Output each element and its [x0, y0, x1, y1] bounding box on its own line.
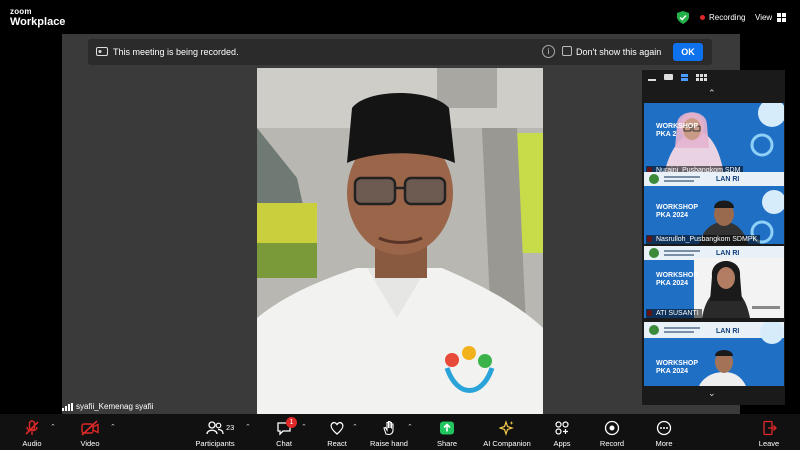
participants-count: 23: [226, 423, 235, 432]
recording-notice-banner: This meeting is being recorded. i Don't …: [88, 39, 712, 65]
cloud-record-icon: [96, 47, 108, 56]
top-bar: zoom Workplace Recording View: [0, 0, 800, 34]
more-label: More: [655, 439, 673, 448]
muted-microphone-icon: [25, 420, 39, 435]
slide-title: WORKSHOP PKA 2: [656, 123, 698, 138]
tile-slide-background: [644, 322, 784, 386]
raise-hand-icon: [383, 420, 394, 436]
recording-label: Recording: [709, 13, 746, 22]
gallery-grid-icon[interactable]: [696, 73, 707, 81]
dont-show-label[interactable]: Don't show this again: [576, 47, 661, 57]
audio-label: Audio: [22, 439, 42, 448]
share-screen-icon: [440, 421, 454, 435]
view-button[interactable]: View: [755, 13, 787, 22]
gallery-scroll-up-icon[interactable]: ⌃: [708, 88, 716, 99]
leave-label: Leave: [758, 439, 780, 448]
gallery-tile[interactable]: WORKSHOP PKA 2 Nuraini_Pusbangkom SDM: [644, 103, 784, 175]
gallery-scroll-down-icon[interactable]: ⌄: [708, 388, 716, 399]
raise-hand-label: Raise hand: [370, 439, 408, 448]
org-logo-text: LAN RI: [716, 250, 740, 257]
participants-label: Participants: [195, 439, 235, 448]
connection-signal-icon: [62, 402, 73, 411]
logo-brand-top: zoom: [10, 7, 32, 16]
zoom-logo: zoom Workplace: [10, 8, 65, 28]
main-video-name-tag: syafii_Kemenag syafii: [62, 402, 153, 411]
thumbnail-view-icon[interactable]: [681, 73, 688, 81]
leave-door-icon: [763, 420, 777, 436]
encryption-shield-icon[interactable]: [677, 11, 689, 24]
ai-companion-label: AI Companion: [483, 439, 531, 448]
grid-view-icon: [777, 13, 787, 22]
slide-title: WORKSHOP PKA 2024: [656, 360, 698, 375]
participants-button[interactable]: Participants: [180, 420, 250, 448]
participants-icon: [206, 421, 224, 435]
slide-title: WORKSHOP PKA 2024: [656, 272, 698, 287]
info-icon[interactable]: i: [542, 45, 555, 58]
dont-show-checkbox[interactable]: [562, 46, 572, 56]
heart-react-icon: [330, 421, 344, 435]
chat-label: Chat: [276, 439, 292, 448]
ok-button[interactable]: OK: [673, 43, 703, 61]
record-icon: [604, 420, 620, 436]
video-options-caret-icon[interactable]: ⌃: [110, 423, 116, 431]
main-participant-name: syafii_Kemenag syafii: [76, 402, 154, 411]
speaker-video-frame: [257, 68, 543, 414]
minimize-view-icon[interactable]: [648, 79, 656, 81]
apps-icon: [555, 421, 569, 435]
tile-slide-background: [644, 103, 784, 175]
org-logo-text: LAN RI: [716, 328, 740, 335]
logo-brand-bottom: Workplace: [10, 16, 66, 28]
tile-participant-name: Nasrulloh_Pusbangkom SDMPK: [646, 235, 761, 244]
view-label: View: [755, 13, 773, 22]
react-label: React: [327, 439, 347, 448]
gallery-tile[interactable]: LAN RI WORKSHOP PKA 2024 ATI SUSANTI: [644, 246, 784, 318]
recording-indicator[interactable]: Recording: [700, 13, 745, 22]
more-button[interactable]: More: [629, 420, 699, 448]
video-label: Video: [80, 439, 100, 448]
gallery-tile[interactable]: LAN RI WORKSHOP PKA 2024: [644, 322, 784, 386]
strip-view-icon[interactable]: [664, 74, 673, 80]
chat-unread-badge: 1: [286, 417, 297, 428]
leave-button[interactable]: Leave: [734, 420, 800, 448]
record-label: Record: [599, 439, 625, 448]
main-video[interactable]: [257, 68, 543, 414]
slide-title: WORKSHOP PKA 2024: [656, 204, 698, 219]
apps-label: Apps: [553, 439, 571, 448]
gallery-tile[interactable]: LAN RI WORKSHOP PKA 2024 Nasrulloh_Pusban…: [644, 172, 784, 244]
recording-dot-icon: [700, 15, 705, 20]
share-label: Share: [436, 439, 457, 448]
tile-participant-name: ATI SUSANTI: [646, 309, 702, 318]
org-logo-text: LAN RI: [716, 176, 740, 183]
sparkle-ai-icon: [499, 420, 514, 436]
more-ellipsis-icon: [656, 420, 672, 436]
gallery-layout-controls: [648, 73, 707, 81]
video-off-icon: [81, 420, 99, 436]
recording-notice-text: This meeting is being recorded.: [113, 47, 239, 57]
